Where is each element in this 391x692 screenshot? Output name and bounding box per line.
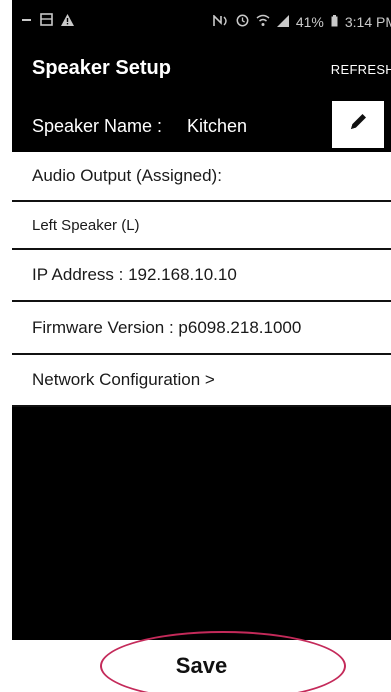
firmware-version-row: Firmware Version : p6098.218.1000 [12,302,391,355]
edit-name-button[interactable] [332,101,384,148]
audio-output-label: Audio Output (Assigned): [32,166,222,185]
refresh-button[interactable]: REFRESH [331,62,391,77]
audio-output-value-row[interactable]: Left Speaker (L) [12,202,391,250]
page-title: Speaker Setup [32,57,171,79]
audio-output-label-row: Audio Output (Assigned): [12,152,391,202]
nfc-icon [213,14,229,30]
audio-output-value: Left Speaker (L) [32,216,140,234]
save-button[interactable]: Save [12,640,391,692]
status-bar: 41% 3:14 PM [12,0,391,44]
signal-icon [276,14,289,30]
ip-address-row: IP Address : 192.168.10.10 [12,250,391,302]
firmware-version-text: Firmware Version : p6098.218.1000 [32,317,302,337]
wifi-icon [256,14,270,30]
battery-percent: 41% [295,14,324,30]
battery-icon [331,14,338,30]
network-configuration-text: Network Configuration > [32,370,215,389]
save-label: Save [175,653,228,678]
alarm-icon [236,14,249,30]
settings-list: Audio Output (Assigned): Left Speaker (L… [12,152,391,407]
pencil-icon [347,111,369,138]
status-left-icons [22,13,74,29]
speaker-name-label: Speaker Name : [32,116,163,136]
warning-icon [61,13,74,29]
clock: 3:14 PM [344,14,391,30]
image-icon [40,13,53,29]
ip-address-text: IP Address : 192.168.10.10 [32,265,237,284]
app-bar: Speaker Setup REFRESH [12,44,391,100]
phone-screen: 41% 3:14 PM Speaker Setup REFRESH Speake… [12,0,391,692]
status-right-icons: 41% 3:14 PM [213,14,391,30]
minus-icon [22,13,32,29]
speaker-name-value: Kitchen [187,116,248,136]
network-configuration-row[interactable]: Network Configuration > [12,355,391,407]
